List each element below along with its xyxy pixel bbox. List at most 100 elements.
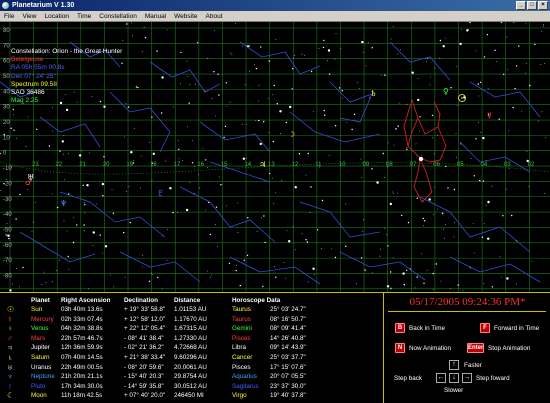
key-f[interactable]: F bbox=[480, 323, 490, 333]
jupiter-marker-icon[interactable]: ♃ bbox=[259, 160, 266, 169]
maximize-button[interactable]: □ bbox=[527, 1, 537, 10]
star bbox=[426, 269, 428, 271]
planet-row: ♂ Mars 22h 57m 46.7s - 08° 41' 38.4" 1.27330… bbox=[0, 334, 383, 345]
menu-file[interactable]: File bbox=[0, 11, 18, 21]
dec-tick-label: -80 bbox=[3, 273, 12, 279]
planet-dec: + 07° 40' 20.0" bbox=[124, 392, 166, 400]
planet-ra: 07h 40m 14.5s bbox=[61, 354, 103, 361]
star bbox=[360, 257, 363, 259]
star bbox=[12, 283, 13, 285]
star bbox=[61, 140, 64, 143]
star bbox=[390, 287, 392, 289]
key-n[interactable]: N bbox=[395, 343, 405, 353]
star bbox=[104, 245, 108, 248]
star bbox=[83, 202, 85, 204]
star bbox=[528, 186, 530, 187]
star bbox=[459, 42, 462, 46]
star bbox=[63, 220, 65, 222]
star bbox=[15, 218, 17, 220]
menu-constellation[interactable]: Constellation bbox=[95, 11, 141, 21]
neptune-marker-icon[interactable]: ♆ bbox=[60, 199, 67, 208]
star bbox=[426, 61, 427, 63]
zodiac-degree: 25° 03' 24.7" bbox=[270, 306, 306, 313]
saturn-marker-icon[interactable]: ♄ bbox=[370, 89, 377, 98]
star bbox=[180, 83, 181, 84]
left-arrow-key[interactable]: ← bbox=[436, 373, 446, 383]
star bbox=[294, 55, 295, 57]
star bbox=[362, 51, 364, 53]
star bbox=[316, 229, 319, 231]
orion-constellation-line[interactable] bbox=[411, 99, 447, 163]
constellation-line bbox=[459, 141, 531, 173]
planet-distance: 246450 MI bbox=[174, 392, 204, 400]
sky-map[interactable]: 80 70 60 50 40 30 20 10 0 -10 -20 -30 -40 -50 -60 -70 -8… bbox=[0, 22, 550, 292]
key-b[interactable]: B bbox=[395, 323, 405, 333]
star bbox=[419, 130, 421, 132]
mercury-marker-icon[interactable]: ☿ bbox=[487, 111, 492, 120]
menu-time[interactable]: Time bbox=[73, 11, 95, 21]
constellation-line bbox=[339, 251, 426, 281]
star bbox=[275, 276, 277, 278]
moon-marker-icon[interactable]: ☽ bbox=[288, 130, 295, 139]
star-ra: RA 05h 55m 00.8s bbox=[11, 64, 65, 72]
pluto-marker-icon[interactable]: ♇ bbox=[157, 189, 164, 198]
dec-tick-label: 60 bbox=[3, 59, 10, 65]
star bbox=[323, 39, 325, 42]
star bbox=[197, 174, 199, 176]
planet-distance: 20.0061 AU bbox=[174, 363, 207, 371]
sun-marker-center-icon bbox=[461, 97, 463, 99]
star bbox=[500, 22, 503, 23]
header-ra: Right Ascension bbox=[61, 297, 111, 304]
orion-constellation-line[interactable] bbox=[419, 157, 433, 193]
star bbox=[246, 254, 249, 256]
star bbox=[457, 284, 459, 286]
star-name: Betelgeuse bbox=[11, 56, 44, 64]
star bbox=[215, 206, 218, 208]
star bbox=[263, 215, 265, 217]
star bbox=[382, 152, 384, 155]
menu-website[interactable]: Website bbox=[170, 11, 201, 21]
menu-location[interactable]: Location bbox=[40, 11, 73, 21]
down-arrow-key[interactable]: ↓ bbox=[449, 373, 459, 383]
star bbox=[431, 114, 434, 117]
right-arrow-key[interactable]: → bbox=[462, 373, 472, 383]
star bbox=[63, 135, 65, 136]
star bbox=[130, 22, 132, 24]
up-arrow-key[interactable]: ↑ bbox=[449, 360, 459, 370]
star bbox=[134, 127, 135, 129]
star bbox=[475, 138, 477, 140]
planet-glyph-icon: ☾ bbox=[7, 391, 15, 401]
star bbox=[469, 22, 471, 24]
orion-constellation-line[interactable] bbox=[403, 99, 413, 147]
planet-row: ♇ Pluto 17h 34m 30.0s - 14° 59' 35.8" 30.051… bbox=[0, 382, 383, 393]
star bbox=[88, 288, 89, 290]
planet-dec: - 02° 21' 36.2" bbox=[124, 344, 164, 352]
dec-tick-label: -30 bbox=[3, 197, 12, 203]
star bbox=[78, 154, 82, 157]
star bbox=[243, 259, 245, 261]
star bbox=[384, 176, 385, 178]
star bbox=[406, 147, 408, 148]
menu-about[interactable]: About bbox=[202, 11, 227, 21]
star bbox=[45, 282, 47, 284]
venus-marker-icon[interactable]: ♀ bbox=[443, 87, 449, 96]
star bbox=[416, 197, 419, 199]
star bbox=[173, 106, 175, 108]
dec-tick-label: -50 bbox=[3, 227, 12, 233]
star bbox=[417, 78, 419, 79]
star bbox=[226, 205, 228, 207]
menu-manual[interactable]: Manual bbox=[141, 11, 170, 21]
key-enter[interactable]: Enter bbox=[467, 343, 484, 353]
star bbox=[182, 160, 183, 162]
star bbox=[272, 94, 274, 96]
star bbox=[149, 141, 150, 143]
star bbox=[506, 36, 508, 38]
star bbox=[35, 202, 36, 203]
star bbox=[279, 110, 282, 113]
star bbox=[461, 29, 462, 31]
menu-view[interactable]: View bbox=[18, 11, 40, 21]
close-button[interactable]: × bbox=[538, 1, 548, 10]
selected-star[interactable] bbox=[418, 156, 424, 162]
uranus-marker-icon[interactable]: ♅ bbox=[27, 173, 34, 182]
minimize-button[interactable]: _ bbox=[516, 1, 526, 10]
